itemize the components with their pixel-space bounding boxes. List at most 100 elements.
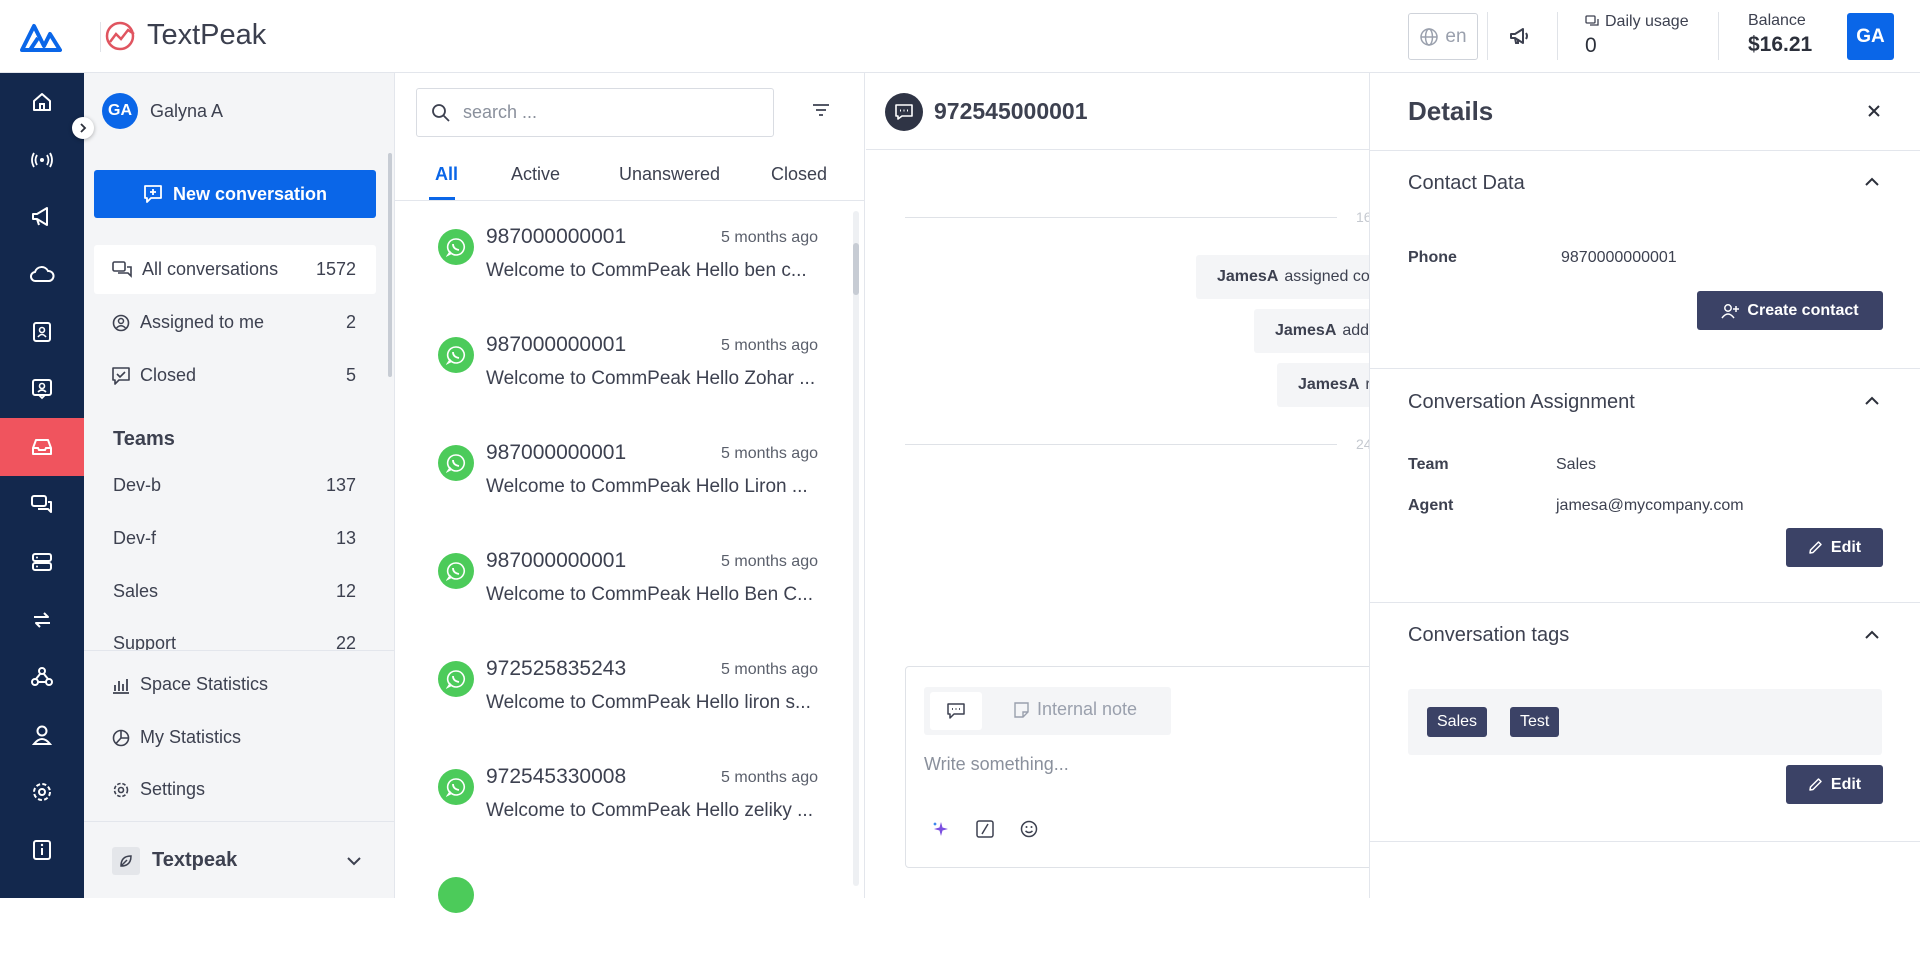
conversation-preview: Welcome to CommPeak Hello liron s... (486, 692, 811, 713)
home-icon[interactable] (0, 73, 84, 131)
gear-icon (113, 782, 129, 797)
sidebar-scrollbar[interactable] (388, 153, 392, 377)
filter-icon[interactable] (812, 103, 830, 117)
conversation-number: 987000000001 (486, 333, 627, 356)
conversation-item[interactable]: 987000000001 5 months ago Welcome to Com… (395, 309, 853, 417)
whatsapp-icon (438, 553, 474, 589)
list-scrollbar-thumb[interactable] (853, 243, 859, 295)
create-contact-button[interactable]: Create contact (1697, 291, 1883, 330)
sync-icon[interactable] (0, 591, 84, 649)
add-message-icon (144, 185, 162, 203)
count-badge: 13 (335, 527, 356, 548)
brand-name: TextPeak (147, 19, 267, 51)
internal-note-tab[interactable]: Internal note (1014, 699, 1137, 720)
globe-icon (1420, 27, 1439, 46)
ai-sparkle-icon[interactable] (932, 820, 950, 838)
chats-icon (112, 260, 132, 278)
info-icon[interactable] (0, 821, 84, 879)
tab-unanswered[interactable]: Unanswered (619, 164, 720, 185)
chevron-right-icon (80, 123, 87, 133)
webhook-icon[interactable] (0, 648, 84, 706)
settings-icon[interactable] (0, 763, 84, 821)
nav-all-conversations[interactable]: All conversations 1572 (94, 245, 376, 294)
user-name: Galyna A (150, 100, 224, 121)
tab-closed[interactable]: Closed (771, 164, 827, 185)
tags-list: Sales Test (1408, 689, 1882, 755)
nav-closed[interactable]: Closed 5 (94, 351, 376, 400)
tab-active[interactable]: Active (511, 164, 560, 185)
nav-assigned-to-me[interactable]: Assigned to me 2 (94, 298, 376, 347)
tag-chip[interactable]: Test (1510, 707, 1560, 737)
message-input[interactable]: Write something... (924, 754, 1069, 775)
avatar: GA (102, 93, 138, 129)
broadcast-icon[interactable] (0, 131, 84, 189)
agent-label: Agent (1408, 497, 1454, 514)
conversation-item[interactable]: 987000000001 5 months ago Welcome to Com… (395, 201, 853, 309)
chats-icon[interactable] (0, 476, 84, 534)
megaphone-icon[interactable] (0, 188, 84, 246)
bar-chart-icon (113, 678, 129, 694)
conversation-time: 5 months ago (721, 445, 818, 462)
database-icon[interactable] (0, 533, 84, 591)
sidebar-footer: Space Statistics My Statistics Settings … (84, 650, 394, 898)
language-selector[interactable]: en (1408, 13, 1478, 60)
conversation-item[interactable] (395, 849, 853, 957)
whatsapp-icon (438, 337, 474, 373)
date-label: 24 (1356, 436, 1369, 452)
list-scrollbar-track[interactable] (853, 211, 859, 886)
team-item[interactable]: Dev-b 137 (94, 463, 376, 507)
cloud-icon[interactable] (0, 245, 84, 303)
my-statistics-link[interactable]: My Statistics (112, 727, 241, 748)
close-icon[interactable] (1866, 103, 1882, 119)
workspace-name: Textpeak (152, 849, 238, 871)
search-input[interactable]: search ... (416, 88, 774, 137)
slash-command-icon[interactable] (976, 820, 994, 838)
contact-data-heading: Contact Data (1408, 172, 1525, 194)
team-item[interactable]: Dev-f 13 (94, 516, 376, 560)
brand-chart-icon (104, 20, 138, 52)
contacts-icon[interactable] (0, 303, 84, 361)
team-item[interactable]: Sales 12 (94, 569, 376, 613)
composer-mode-tabs: Internal note (924, 687, 1171, 735)
user-icon[interactable] (0, 706, 84, 764)
chevron-up-icon[interactable] (1864, 629, 1880, 641)
tab-all[interactable]: All (435, 164, 458, 185)
date-divider (905, 444, 1337, 445)
space-statistics-link[interactable]: Space Statistics (112, 674, 268, 695)
tag-chip[interactable]: Sales (1427, 707, 1488, 737)
conversation-item[interactable]: 972545330008 5 months ago Welcome to Com… (395, 741, 853, 849)
chevron-up-icon[interactable] (1864, 395, 1880, 407)
user-avatar[interactable]: GA (1847, 13, 1894, 60)
daily-usage-value: 0 (1585, 34, 1597, 57)
conversation-item[interactable]: 987000000001 5 months ago Welcome to Com… (395, 417, 853, 525)
divider (1370, 150, 1920, 151)
emoji-icon[interactable] (1020, 820, 1038, 838)
pencil-icon (1809, 541, 1822, 554)
chevron-up-icon[interactable] (1864, 176, 1880, 188)
collapse-sidebar-button[interactable] (72, 117, 94, 139)
note-icon (1014, 701, 1029, 718)
conversation-preview: Welcome to CommPeak Hello zeliky ... (486, 800, 813, 821)
chevron-down-icon (347, 856, 361, 865)
inbox-icon[interactable] (0, 418, 84, 476)
team-label: Team (1408, 456, 1449, 473)
divider (1718, 12, 1719, 60)
edit-tags-button[interactable]: Edit (1786, 765, 1883, 804)
logo-icon[interactable] (20, 20, 62, 52)
announcement-icon[interactable] (1508, 24, 1532, 48)
new-conversation-button[interactable]: New conversation (94, 170, 376, 218)
workspace-selector[interactable]: Textpeak (84, 821, 394, 899)
conversation-item[interactable]: 987000000001 5 months ago Welcome to Com… (395, 525, 853, 633)
chat-panel: 972545000001 16 JamesAassigned con James… (866, 73, 1369, 898)
current-user[interactable]: GA Galyna A (102, 93, 223, 129)
reply-tab[interactable] (930, 692, 982, 730)
conversation-item[interactable]: 972525835243 5 months ago Welcome to Com… (395, 633, 853, 741)
divider (100, 22, 101, 52)
phone-label: Phone (1408, 249, 1457, 266)
phone-value: 9870000000001 (1561, 249, 1677, 266)
conversation-preview: Welcome to CommPeak Hello Ben C... (486, 584, 813, 605)
agent-icon[interactable] (0, 360, 84, 418)
settings-link[interactable]: Settings (112, 779, 205, 800)
system-message: JamesAre (1277, 363, 1369, 407)
edit-assignment-button[interactable]: Edit (1786, 528, 1883, 567)
